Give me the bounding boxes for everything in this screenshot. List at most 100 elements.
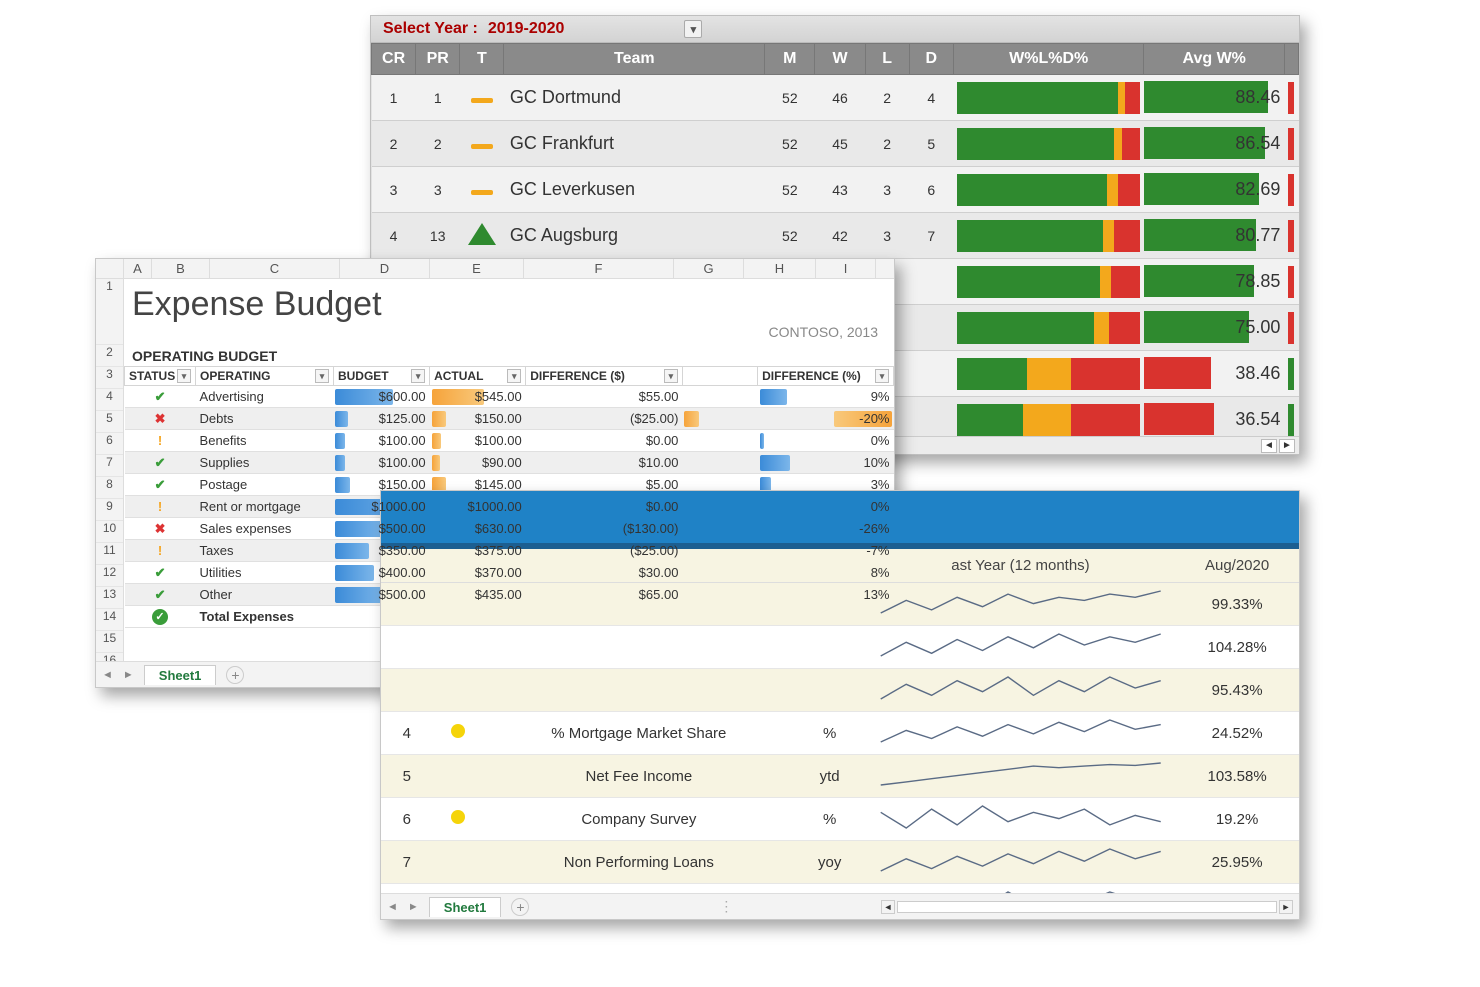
standings-row[interactable]: 413GC Augsburg52423780.77 <box>372 213 1299 259</box>
cell-l: 2 <box>865 75 909 121</box>
sheet-tab[interactable]: Sheet1 <box>144 665 217 685</box>
hdr-diffd[interactable]: DIFFERENCE ($)▾ <box>526 367 683 386</box>
col-header[interactable]: I <box>816 259 876 278</box>
cell-wld-bar <box>953 351 1144 397</box>
hdr-diffp[interactable]: DIFFERENCE (%)▾ <box>758 367 894 386</box>
row-header[interactable]: 13 <box>96 587 123 609</box>
cell-dot <box>433 755 485 798</box>
row-header[interactable]: 2 <box>96 345 123 367</box>
hdr-actual[interactable]: ACTUAL▾ <box>430 367 526 386</box>
row-header[interactable]: 8 <box>96 477 123 499</box>
col-header[interactable]: H <box>744 259 816 278</box>
scroll-left-icon[interactable]: ◄ <box>881 900 895 914</box>
scroll-right-icon[interactable]: ► <box>1279 900 1293 914</box>
budget-row[interactable]: ✔Advertising$600.00$545.00$55.009% <box>125 386 894 408</box>
hdr-aug[interactable]: Aug/2020 <box>1175 549 1299 583</box>
filter-icon[interactable]: ▾ <box>875 369 889 383</box>
row-header[interactable]: 11 <box>96 543 123 565</box>
sheet-title: Expense Budget <box>124 279 894 324</box>
col-d[interactable]: D <box>909 44 953 75</box>
col-header[interactable]: A <box>124 259 152 278</box>
filter-icon[interactable]: ▾ <box>507 369 521 383</box>
col-w[interactable]: W <box>815 44 865 75</box>
budget-row[interactable]: ✔Supplies$100.00$90.00$10.0010% <box>125 452 894 474</box>
row-header[interactable]: 3 <box>96 367 123 389</box>
year-combo[interactable]: 2019-2020 ▾ <box>488 20 703 38</box>
standings-row[interactable]: 22GC Frankfurt52452586.54 <box>372 121 1299 167</box>
col-header[interactable]: B <box>152 259 210 278</box>
row-header[interactable]: 12 <box>96 565 123 587</box>
cell-period: % <box>794 712 866 755</box>
filter-icon[interactable]: ▾ <box>177 369 191 383</box>
cell-dot <box>433 712 485 755</box>
sparkline <box>872 718 1169 744</box>
check-icon: ✔ <box>155 587 166 602</box>
kpi-row[interactable]: 95.43% <box>381 669 1299 712</box>
row-header[interactable]: 1 <box>96 279 123 345</box>
cell-pr: 1 <box>416 75 460 121</box>
chevron-down-icon[interactable]: ▾ <box>684 20 702 38</box>
row-header[interactable]: 15 <box>96 631 123 653</box>
tab-nav-next-icon[interactable]: ► <box>123 669 134 681</box>
budget-row[interactable]: ✖Debts$125.00$150.00($25.00)-20% <box>125 408 894 430</box>
col-header[interactable]: G <box>674 259 744 278</box>
kpi-row[interactable]: 104.28% <box>381 626 1299 669</box>
col-pr[interactable]: PR <box>416 44 460 75</box>
cell-kpi: % Mortgage Market Share <box>484 712 793 755</box>
tab-nav-next-icon[interactable]: ► <box>408 901 419 913</box>
cell-sparkline <box>866 669 1175 712</box>
col-team[interactable]: Team <box>504 44 765 75</box>
add-sheet-icon[interactable]: + <box>511 898 529 916</box>
row-header[interactable]: 7 <box>96 455 123 477</box>
tab-nav-prev-icon[interactable]: ◄ <box>387 901 398 913</box>
row-header[interactable]: 5 <box>96 411 123 433</box>
sheet-tab[interactable]: Sheet1 <box>429 897 502 917</box>
hdr-operating[interactable]: OPERATING▾ <box>196 367 334 386</box>
cell-tick <box>1284 121 1298 167</box>
cell-num: 5 <box>381 755 433 798</box>
hdr-budget[interactable]: BUDGET▾ <box>333 367 429 386</box>
col-l[interactable]: L <box>865 44 909 75</box>
kpi-table: ast Year (12 months) Aug/2020 99.33%104.… <box>381 549 1299 920</box>
hdr-last-year[interactable]: ast Year (12 months) <box>866 549 1175 583</box>
col-t[interactable]: T <box>460 44 504 75</box>
col-header[interactable]: F <box>524 259 674 278</box>
row-header[interactable]: 4 <box>96 389 123 411</box>
kpi-row[interactable]: 5Net Fee Incomeytd103.58% <box>381 755 1299 798</box>
scroll-track[interactable] <box>897 901 1277 913</box>
row-header[interactable]: 14 <box>96 609 123 631</box>
col-header[interactable]: D <box>340 259 430 278</box>
hscrollbar[interactable]: ◄ ► <box>881 900 1293 914</box>
trend-flat-icon <box>471 98 493 103</box>
tab-nav-prev-icon[interactable]: ◄ <box>102 669 113 681</box>
kpi-row[interactable]: 6Company Survey%19.2% <box>381 798 1299 841</box>
row-header[interactable]: 9 <box>96 499 123 521</box>
hdr-status[interactable]: STATUS▾ <box>125 367 196 386</box>
budget-row[interactable]: !Benefits$100.00$100.00$0.000% <box>125 430 894 452</box>
row-header[interactable]: 6 <box>96 433 123 455</box>
sparkline <box>872 804 1169 830</box>
col-wld[interactable]: W%L%D% <box>953 44 1144 75</box>
col-header[interactable]: E <box>430 259 524 278</box>
filter-icon[interactable]: ▾ <box>315 369 329 383</box>
select-all-cell[interactable] <box>96 259 124 278</box>
standings-row[interactable]: 11GC Dortmund52462488.46 <box>372 75 1299 121</box>
filter-icon[interactable]: ▾ <box>411 369 425 383</box>
col-header[interactable]: C <box>210 259 340 278</box>
add-sheet-icon[interactable]: + <box>226 666 244 684</box>
cell-value: 99.33% <box>1175 583 1299 626</box>
cell-sparkline <box>866 798 1175 841</box>
kpi-row[interactable]: 7Non Performing Loansyoy25.95% <box>381 841 1299 884</box>
col-avg[interactable]: Avg W% <box>1144 44 1284 75</box>
filter-icon[interactable]: ▾ <box>664 369 678 383</box>
col-cr[interactable]: CR <box>372 44 416 75</box>
kpi-row[interactable]: 4% Mortgage Market Share%24.52% <box>381 712 1299 755</box>
col-m[interactable]: M <box>765 44 815 75</box>
standings-row[interactable]: 33GC Leverkusen52433682.69 <box>372 167 1299 213</box>
standings-header-row: CR PR T Team M W L D W%L%D% Avg W% <box>372 44 1299 75</box>
cell-num: 4 <box>381 712 433 755</box>
scroll-left-icon[interactable]: ◄ <box>1261 439 1277 453</box>
cell-diff-d: ($25.00) <box>526 408 683 430</box>
scroll-right-icon[interactable]: ► <box>1279 439 1295 453</box>
row-header[interactable]: 10 <box>96 521 123 543</box>
